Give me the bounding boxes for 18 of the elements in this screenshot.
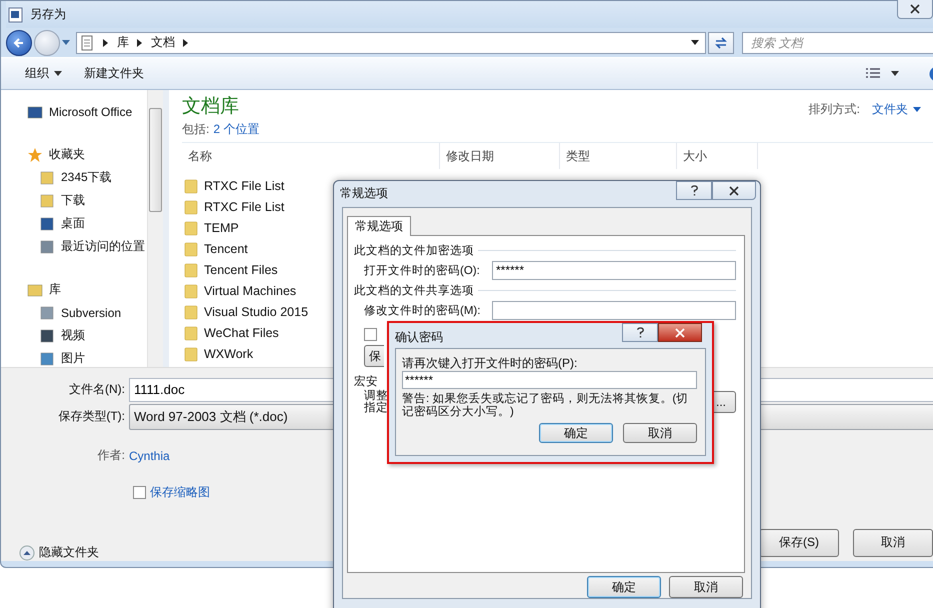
dialog-title: 确认密码 xyxy=(395,329,443,346)
password-label: 修改文件时的密码(M): xyxy=(364,303,482,318)
file-name-label: 文件名(N): xyxy=(68,381,126,398)
window-title: 另存为 xyxy=(30,6,66,24)
file-type-label: 保存类型(T): xyxy=(57,408,126,425)
password-label: 打开文件时的密码(O): xyxy=(364,263,481,278)
author-label: 作者: xyxy=(96,447,126,464)
section-heading: 此文档的文件共享选项 xyxy=(354,283,474,298)
sort-label: 排列方式: xyxy=(808,101,860,118)
macro-text: 指定 xyxy=(364,402,388,414)
includes-label: 包括: xyxy=(182,121,210,138)
macro-text: 调整 xyxy=(364,390,388,402)
warning-text: 警告: 如果您丢失或忘记了密码，则无法将其恢复。(切记密码区分大小写。) xyxy=(402,393,690,419)
library-title: 文档库 xyxy=(182,95,240,119)
dialog-title: 常规选项 xyxy=(340,185,388,202)
prompt-text: 请再次键入打开文件时的密码(P): xyxy=(402,355,578,371)
section-heading: 宏安 xyxy=(354,374,378,389)
section-heading: 此文档的文件加密选项 xyxy=(354,243,474,258)
